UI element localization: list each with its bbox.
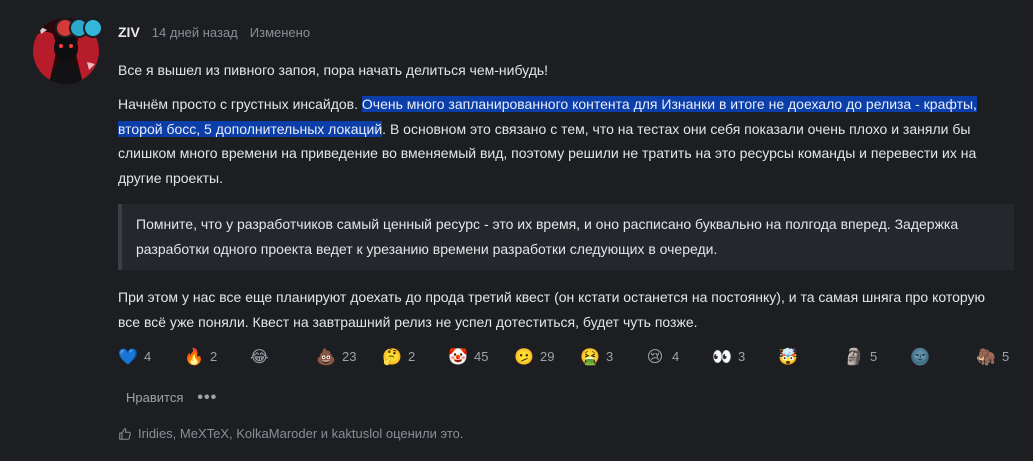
edited-label: Изменено <box>249 25 311 40</box>
reaction-fire[interactable]: 🔥 2 <box>184 347 250 366</box>
liked-by-summary: Iridies, MeXTeX, KolkaMaroder и kaktuslo… <box>118 426 464 441</box>
blue-heart-icon: 💙 <box>118 346 138 366</box>
like-button[interactable]: Нравится <box>126 390 183 405</box>
comment-header: ZIV 14 дней назад Изменено <box>118 24 310 40</box>
slightly-frowning-face-icon: 🫤 <box>514 346 534 366</box>
exploding-head-icon: 🤯 <box>778 346 798 366</box>
comment-actions: Нравится ••• <box>126 389 217 405</box>
liked-by-text[interactable]: Iridies, MeXTeX, KolkaMaroder и kaktuslo… <box>138 426 464 441</box>
badge-icon-diamond <box>83 18 103 38</box>
reaction-count: 4 <box>672 348 680 364</box>
reaction-count: 23 <box>342 348 357 364</box>
reaction-count: 45 <box>474 348 489 364</box>
paragraph-2: Начнём просто с грустных инсайдов. Очень… <box>118 92 988 190</box>
reactions-bar: 💙 4 🔥 2 😂 💩 23 🤔 2 🤡 45 🫤 29 🤮 3 😢 4 👀 3 🤯 🗿 5 🌚 🦣… <box>118 345 1033 367</box>
paragraph-2-start: Начнём просто с грустных инсайдов. <box>118 96 362 112</box>
reaction-count: 5 <box>870 348 878 364</box>
reaction-count: 29 <box>540 348 555 364</box>
moai-icon: 🗿 <box>844 346 864 366</box>
more-options-button[interactable]: ••• <box>197 389 217 405</box>
reaction-count: 2 <box>408 348 416 364</box>
reaction-count: 2 <box>210 348 218 364</box>
author-name[interactable]: ZIV <box>118 24 140 40</box>
reaction-moai[interactable]: 🗿 5 <box>844 347 910 366</box>
reaction-new-moon[interactable]: 🌚 <box>910 347 976 366</box>
thumbs-up-icon <box>119 427 131 440</box>
eyes-icon: 👀 <box>712 346 732 366</box>
reaction-frowning[interactable]: 🫤 29 <box>514 347 580 366</box>
paragraph-1: Все я вышел из пивного запоя, пора начат… <box>118 62 549 78</box>
poop-icon: 💩 <box>316 346 336 366</box>
reaction-eyes[interactable]: 👀 3 <box>712 347 778 366</box>
avatar-container[interactable] <box>33 18 103 84</box>
reaction-sad[interactable]: 😢 4 <box>646 347 712 366</box>
comment-post: ZIV 14 дней назад Изменено Все я вышел и… <box>0 0 1033 461</box>
new-moon-face-icon: 🌚 <box>910 346 930 366</box>
reaction-tears-of-joy[interactable]: 😂 <box>250 347 316 366</box>
reaction-count: 5 <box>1002 348 1010 364</box>
paragraph-3: При этом у нас все еще планируют доехать… <box>118 289 986 330</box>
reaction-mammoth[interactable]: 🦣 5 <box>976 347 1033 366</box>
clown-icon: 🤡 <box>448 346 468 366</box>
timestamp[interactable]: 14 дней назад <box>152 25 238 40</box>
reaction-exploding-head[interactable]: 🤯 <box>778 347 844 366</box>
tears-of-joy-icon: 😂 <box>250 346 269 366</box>
reaction-clown[interactable]: 🤡 45 <box>448 347 514 366</box>
reaction-count: 3 <box>606 348 614 364</box>
reaction-thinking[interactable]: 🤔 2 <box>382 347 448 366</box>
mammoth-icon: 🦣 <box>976 346 996 366</box>
reaction-count: 3 <box>738 348 746 364</box>
reaction-blue-heart[interactable]: 💙 4 <box>118 347 184 366</box>
reaction-poop[interactable]: 💩 23 <box>316 347 382 366</box>
reaction-count: 4 <box>144 348 152 364</box>
fire-icon: 🔥 <box>184 346 204 366</box>
thinking-face-icon: 🤔 <box>382 346 402 366</box>
nauseated-face-icon: 🤮 <box>580 346 600 366</box>
blockquote: Помните, что у разработчиков самый ценны… <box>118 204 1014 270</box>
reaction-nauseated[interactable]: 🤮 3 <box>580 347 646 366</box>
sad-face-icon: 😢 <box>646 346 664 366</box>
